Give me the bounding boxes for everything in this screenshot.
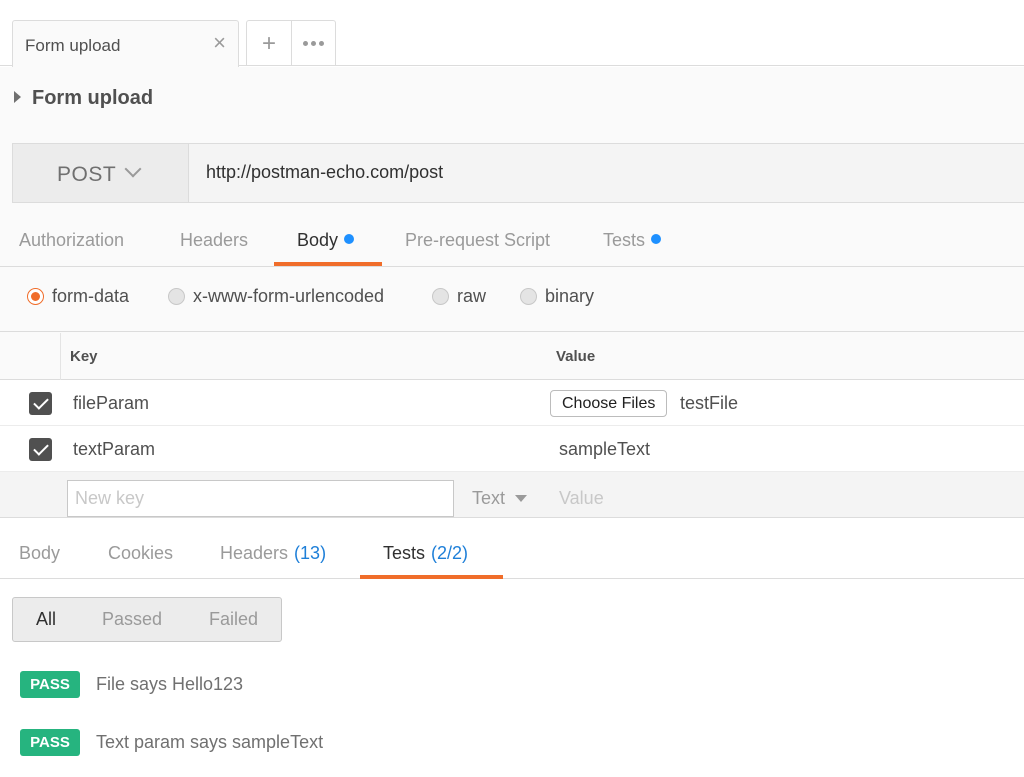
params-table: Key Value fileParam Choose Files testFil…: [0, 333, 1024, 520]
active-tab-underline: [360, 575, 503, 579]
params-table-header: Key Value: [0, 333, 1024, 380]
row-checkbox[interactable]: [29, 438, 52, 461]
tab-body[interactable]: Body: [297, 230, 355, 251]
response-tabs: Body Cookies Headers (13) Tests (2/2): [0, 518, 1024, 579]
status-badge: PASS: [20, 671, 80, 698]
radio-form-data[interactable]: form-data: [27, 286, 129, 307]
method-select[interactable]: POST: [13, 144, 189, 202]
radio-selected-icon: [27, 288, 44, 305]
modified-dot-icon: [344, 234, 355, 244]
caret-down-icon: [515, 495, 528, 502]
modified-dot-icon: [651, 234, 662, 244]
tab-headers[interactable]: Headers: [180, 230, 248, 251]
request-tab-label: Form upload: [25, 36, 121, 55]
active-tab-underline: [274, 262, 382, 266]
test-result: PASS Text param says sampleText: [20, 729, 323, 756]
filter-all[interactable]: All: [13, 598, 82, 641]
radio-raw[interactable]: raw: [432, 286, 486, 307]
type-select[interactable]: Text: [472, 488, 528, 509]
status-badge: PASS: [20, 729, 80, 756]
tab-actions: +: [246, 20, 336, 66]
column-value: Value: [556, 348, 596, 365]
close-icon[interactable]: ×: [213, 32, 226, 54]
param-file-name: testFile: [680, 393, 739, 413]
collapse-triangle-icon[interactable]: [14, 91, 21, 103]
body-mode-radios: form-data x-www-form-urlencoded raw bina…: [0, 268, 1024, 332]
tab-tests[interactable]: Tests: [603, 230, 662, 251]
radio-icon: [168, 288, 185, 305]
param-value[interactable]: sampleText: [559, 439, 650, 460]
request-tabs: Authorization Headers Body Pre-request S…: [0, 215, 1024, 267]
response-tab-cookies[interactable]: Cookies: [108, 543, 173, 564]
test-name: File says Hello123: [96, 674, 244, 694]
radio-icon: [432, 288, 449, 305]
test-filter-group: All Passed Failed: [12, 597, 282, 642]
table-row: textParam sampleText: [0, 426, 1024, 472]
filter-passed[interactable]: Passed: [82, 598, 185, 641]
row-checkbox[interactable]: [29, 392, 52, 415]
param-key[interactable]: fileParam: [73, 393, 149, 414]
tab-pre-request-script[interactable]: Pre-request Script: [405, 230, 550, 251]
filter-failed[interactable]: Failed: [185, 598, 281, 641]
test-name: Text param says sampleText: [96, 732, 324, 752]
new-value-input[interactable]: Value: [559, 488, 604, 509]
param-key[interactable]: textParam: [73, 439, 155, 460]
request-editor: Form upload POST http://postman-echo.com…: [0, 67, 1024, 520]
radio-binary[interactable]: binary: [520, 286, 594, 307]
tab-strip: Form upload × +: [0, 0, 1024, 67]
test-result: PASS File says Hello123: [20, 671, 243, 698]
chevron-down-icon: [124, 160, 142, 178]
column-key: Key: [70, 348, 98, 365]
request-name[interactable]: Form upload: [32, 87, 153, 110]
request-tab-form-upload[interactable]: Form upload ×: [12, 20, 239, 67]
url-bar: POST http://postman-echo.com/post: [12, 143, 1024, 203]
tests-count: (2/2): [431, 543, 469, 563]
plus-icon[interactable]: +: [247, 21, 291, 66]
column-divider: [60, 333, 61, 380]
response-tab-body[interactable]: Body: [19, 543, 60, 564]
url-input[interactable]: http://postman-echo.com/post: [206, 162, 443, 183]
radio-icon: [520, 288, 537, 305]
response-panel: Body Cookies Headers (13) Tests (2/2) All …: [0, 517, 1024, 777]
new-param-row: Text Value: [0, 472, 1024, 520]
new-key-input[interactable]: [67, 480, 454, 517]
method-label: POST: [57, 163, 117, 186]
choose-files-button[interactable]: Choose Files: [550, 390, 668, 417]
table-row: fileParam Choose Files testFile: [0, 380, 1024, 426]
response-tab-headers[interactable]: Headers (13): [220, 543, 326, 564]
tab-authorization[interactable]: Authorization: [19, 230, 124, 251]
radio-x-www-form-urlencoded[interactable]: x-www-form-urlencoded: [168, 286, 384, 307]
headers-count: (13): [294, 543, 327, 563]
more-dots-icon[interactable]: [290, 21, 335, 66]
response-tab-tests[interactable]: Tests (2/2): [383, 543, 468, 564]
